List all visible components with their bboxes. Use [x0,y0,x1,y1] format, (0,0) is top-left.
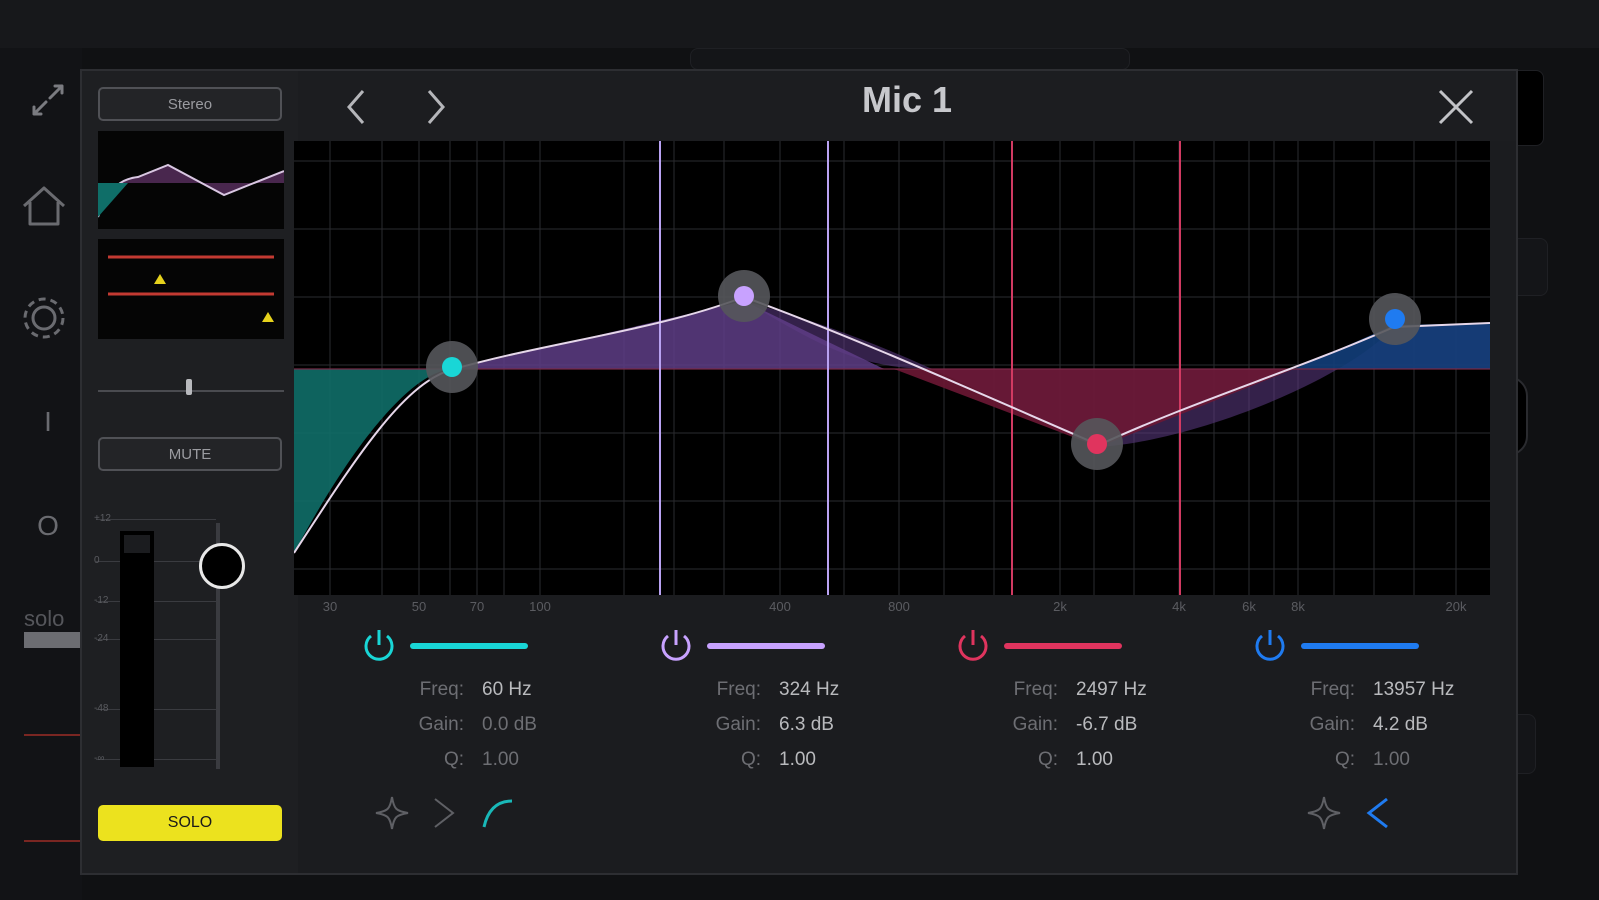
app-root: I O solo Stereo MUTE +12 0 -12 -24 -48 -… [0,0,1599,900]
meter-tick-label: +12 [94,513,111,524]
eq-thumbnail[interactable] [97,131,285,229]
dynamics-thumbnail[interactable] [98,239,284,339]
meter-tick [96,561,216,562]
background-track-line [24,734,82,736]
freq-axis-label: 30 [322,599,338,614]
meter-tick [96,759,216,760]
band1-color-bar [410,643,528,649]
meter-tick-label: -12 [94,595,109,606]
channel-sidebar: Stereo MUTE +12 0 -12 -24 -48 -∞ SOLO [82,71,298,873]
meter-tick-label: 0 [94,555,100,566]
gain-label: Gain: [418,714,464,735]
band2-color-bar [707,643,825,649]
freq-axis-label: 4k [1172,599,1186,614]
divider-glyph: I [44,406,52,437]
gain-label: Gain: [1309,714,1355,735]
freq-label: Freq: [419,679,464,700]
collapse-arrows-icon[interactable] [18,70,78,130]
freq-label: Freq: [716,679,761,700]
volume-fader-knob[interactable] [199,543,245,589]
home-icon[interactable] [14,176,74,236]
freq-axis-label: 20k [1445,599,1467,614]
high-shelf-icon[interactable] [1358,793,1398,833]
band3-power-icon[interactable] [954,627,992,665]
q-label: Q: [443,749,464,770]
frequency-axis: 30 50 70 100 400 800 2k 4k 6k 8k 20k [294,595,1490,619]
band2-q-value[interactable]: 1.00 [779,749,816,771]
background-top-bar [0,0,1599,48]
gear-icon[interactable] [14,288,74,348]
modal-header: Mic 1 [298,71,1516,141]
q-label: Q: [740,749,761,770]
gain-label: Gain: [1012,714,1058,735]
low-cut-icon[interactable] [478,793,518,833]
eq-graph[interactable] [293,141,1491,595]
circle-glyph: O [37,510,59,541]
q-label: Q: [1334,749,1355,770]
band4-color-bar [1301,643,1419,649]
band1-power-icon[interactable] [360,627,398,665]
freq-axis-label: 6k [1242,599,1256,614]
gain-label: Gain: [715,714,761,735]
band4-freq-value[interactable]: 13957 Hz [1373,679,1454,701]
freq-axis-label: 2k [1053,599,1067,614]
freq-axis-label: 800 [888,599,910,614]
background-solo-bar [24,632,80,648]
band1-gain-value[interactable]: 0.0 dB [482,714,537,736]
low-shelf-icon[interactable] [424,793,464,833]
meter-tick-label: -48 [94,703,109,714]
meter-tick-label: -∞ [94,753,105,764]
freq-axis-label: 8k [1291,599,1305,614]
freq-axis-label: 400 [769,599,791,614]
band4-power-icon[interactable] [1251,627,1289,665]
band3-color-bar [1004,643,1122,649]
pan-slider-thumb[interactable] [186,379,192,395]
background-track-line [24,840,82,842]
band1-q-value[interactable]: 1.00 [482,749,519,771]
band2-gain-value[interactable]: 6.3 dB [779,714,834,736]
band1-freq-value[interactable]: 60 Hz [482,679,532,701]
background-panel [690,48,1130,70]
band2-power-icon[interactable] [657,627,695,665]
channel-title: Mic 1 [861,79,953,120]
q-label: Q: [1037,749,1058,770]
meter-peak-indicator [120,531,154,557]
freq-axis-label: 70 [469,599,485,614]
level-meter [120,531,154,767]
meter-tick [96,639,216,640]
freq-axis-label: 100 [529,599,551,614]
meter-tick-label: -24 [94,633,109,644]
stereo-button[interactable]: Stereo [98,87,282,121]
band4-gain-value[interactable]: 4.2 dB [1373,714,1428,736]
mute-button[interactable]: MUTE [98,437,282,471]
band4-q-value[interactable]: 1.00 [1373,749,1410,771]
band3-q-value[interactable]: 1.00 [1076,749,1113,771]
freq-label: Freq: [1013,679,1058,700]
meter-tick [96,601,216,602]
bell-icon[interactable] [1304,793,1344,833]
bell-icon[interactable] [372,793,412,833]
close-icon[interactable] [1434,85,1478,129]
channel-eq-modal: Stereo MUTE +12 0 -12 -24 -48 -∞ SOLO Mi… [80,69,1518,875]
solo-button[interactable]: SOLO [98,805,282,841]
meter-tick [96,519,216,520]
freq-axis-label: 50 [411,599,427,614]
background-solo-label: solo [24,606,65,631]
band3-panel: Freq: 2497 Hz Gain: -6.7 dB Q: 1.00 [954,619,1174,869]
freq-label: Freq: [1310,679,1355,700]
meter-tick [96,709,216,710]
band2-freq-value[interactable]: 324 Hz [779,679,839,701]
band3-gain-value[interactable]: -6.7 dB [1076,714,1137,736]
band3-freq-value[interactable]: 2497 Hz [1076,679,1147,701]
band2-panel: Freq: 324 Hz Gain: 6.3 dB Q: 1.00 [657,619,877,869]
